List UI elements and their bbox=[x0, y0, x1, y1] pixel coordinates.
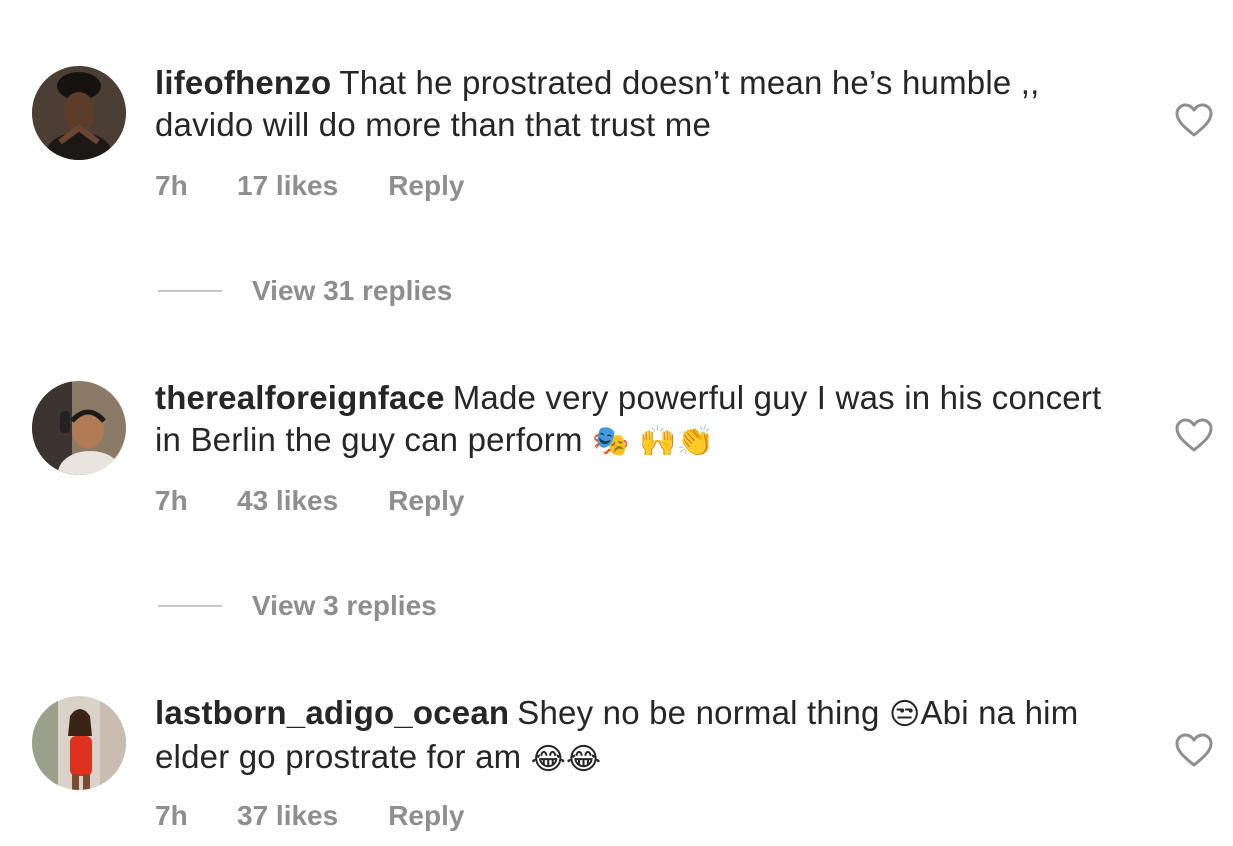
reply-button[interactable]: Reply bbox=[388, 800, 464, 832]
comment-body: Shey no be normal thing bbox=[517, 694, 880, 731]
view-replies-label: View 3 replies bbox=[252, 590, 437, 621]
comment-username[interactable]: therealforeignface bbox=[155, 379, 445, 416]
comment-text: lifeofhenzo That he prostrated doesn’t me… bbox=[155, 62, 1115, 146]
profile-photo-icon bbox=[32, 696, 126, 790]
replies-divider bbox=[158, 605, 222, 607]
comment-username[interactable]: lifeofhenzo bbox=[155, 64, 331, 101]
comment-meta: 7h 17 likes Reply bbox=[155, 170, 464, 202]
view-replies-label: View 31 replies bbox=[252, 275, 453, 306]
comment-likes[interactable]: 37 likes bbox=[237, 800, 338, 832]
heart-outline-icon[interactable] bbox=[1174, 732, 1214, 768]
profile-photo-icon bbox=[32, 66, 126, 160]
comment-time[interactable]: 7h bbox=[155, 800, 237, 832]
comment-likes[interactable]: 43 likes bbox=[237, 485, 338, 517]
avatar[interactable] bbox=[32, 696, 126, 790]
heart-outline-icon[interactable] bbox=[1174, 417, 1214, 453]
avatar[interactable] bbox=[32, 381, 126, 475]
reply-button[interactable]: Reply bbox=[388, 170, 464, 202]
comment-text: therealforeignface Made very powerful guy… bbox=[155, 377, 1115, 463]
emoji-group: 😂😂 bbox=[530, 741, 602, 777]
view-replies-button[interactable]: View 3 replies bbox=[158, 586, 437, 626]
reply-button[interactable]: Reply bbox=[388, 485, 464, 517]
avatar[interactable] bbox=[32, 66, 126, 160]
comment-username[interactable]: lastborn_adigo_ocean bbox=[155, 694, 509, 731]
comment-meta: 7h 43 likes Reply bbox=[155, 485, 464, 517]
emoji: 😒 bbox=[888, 697, 921, 733]
comment-likes[interactable]: 17 likes bbox=[237, 170, 338, 202]
emoji-group: 🎭 🙌👏 bbox=[592, 424, 715, 460]
view-replies-button[interactable]: View 31 replies bbox=[158, 271, 452, 311]
comment-time[interactable]: 7h bbox=[155, 170, 237, 202]
comment-meta: 7h 37 likes Reply bbox=[155, 800, 464, 832]
heart-outline-icon[interactable] bbox=[1174, 102, 1214, 138]
replies-divider bbox=[158, 290, 222, 292]
profile-photo-icon bbox=[32, 381, 126, 475]
comment-text: lastborn_adigo_ocean Shey no be normal th… bbox=[155, 692, 1115, 781]
comment-time[interactable]: 7h bbox=[155, 485, 237, 517]
